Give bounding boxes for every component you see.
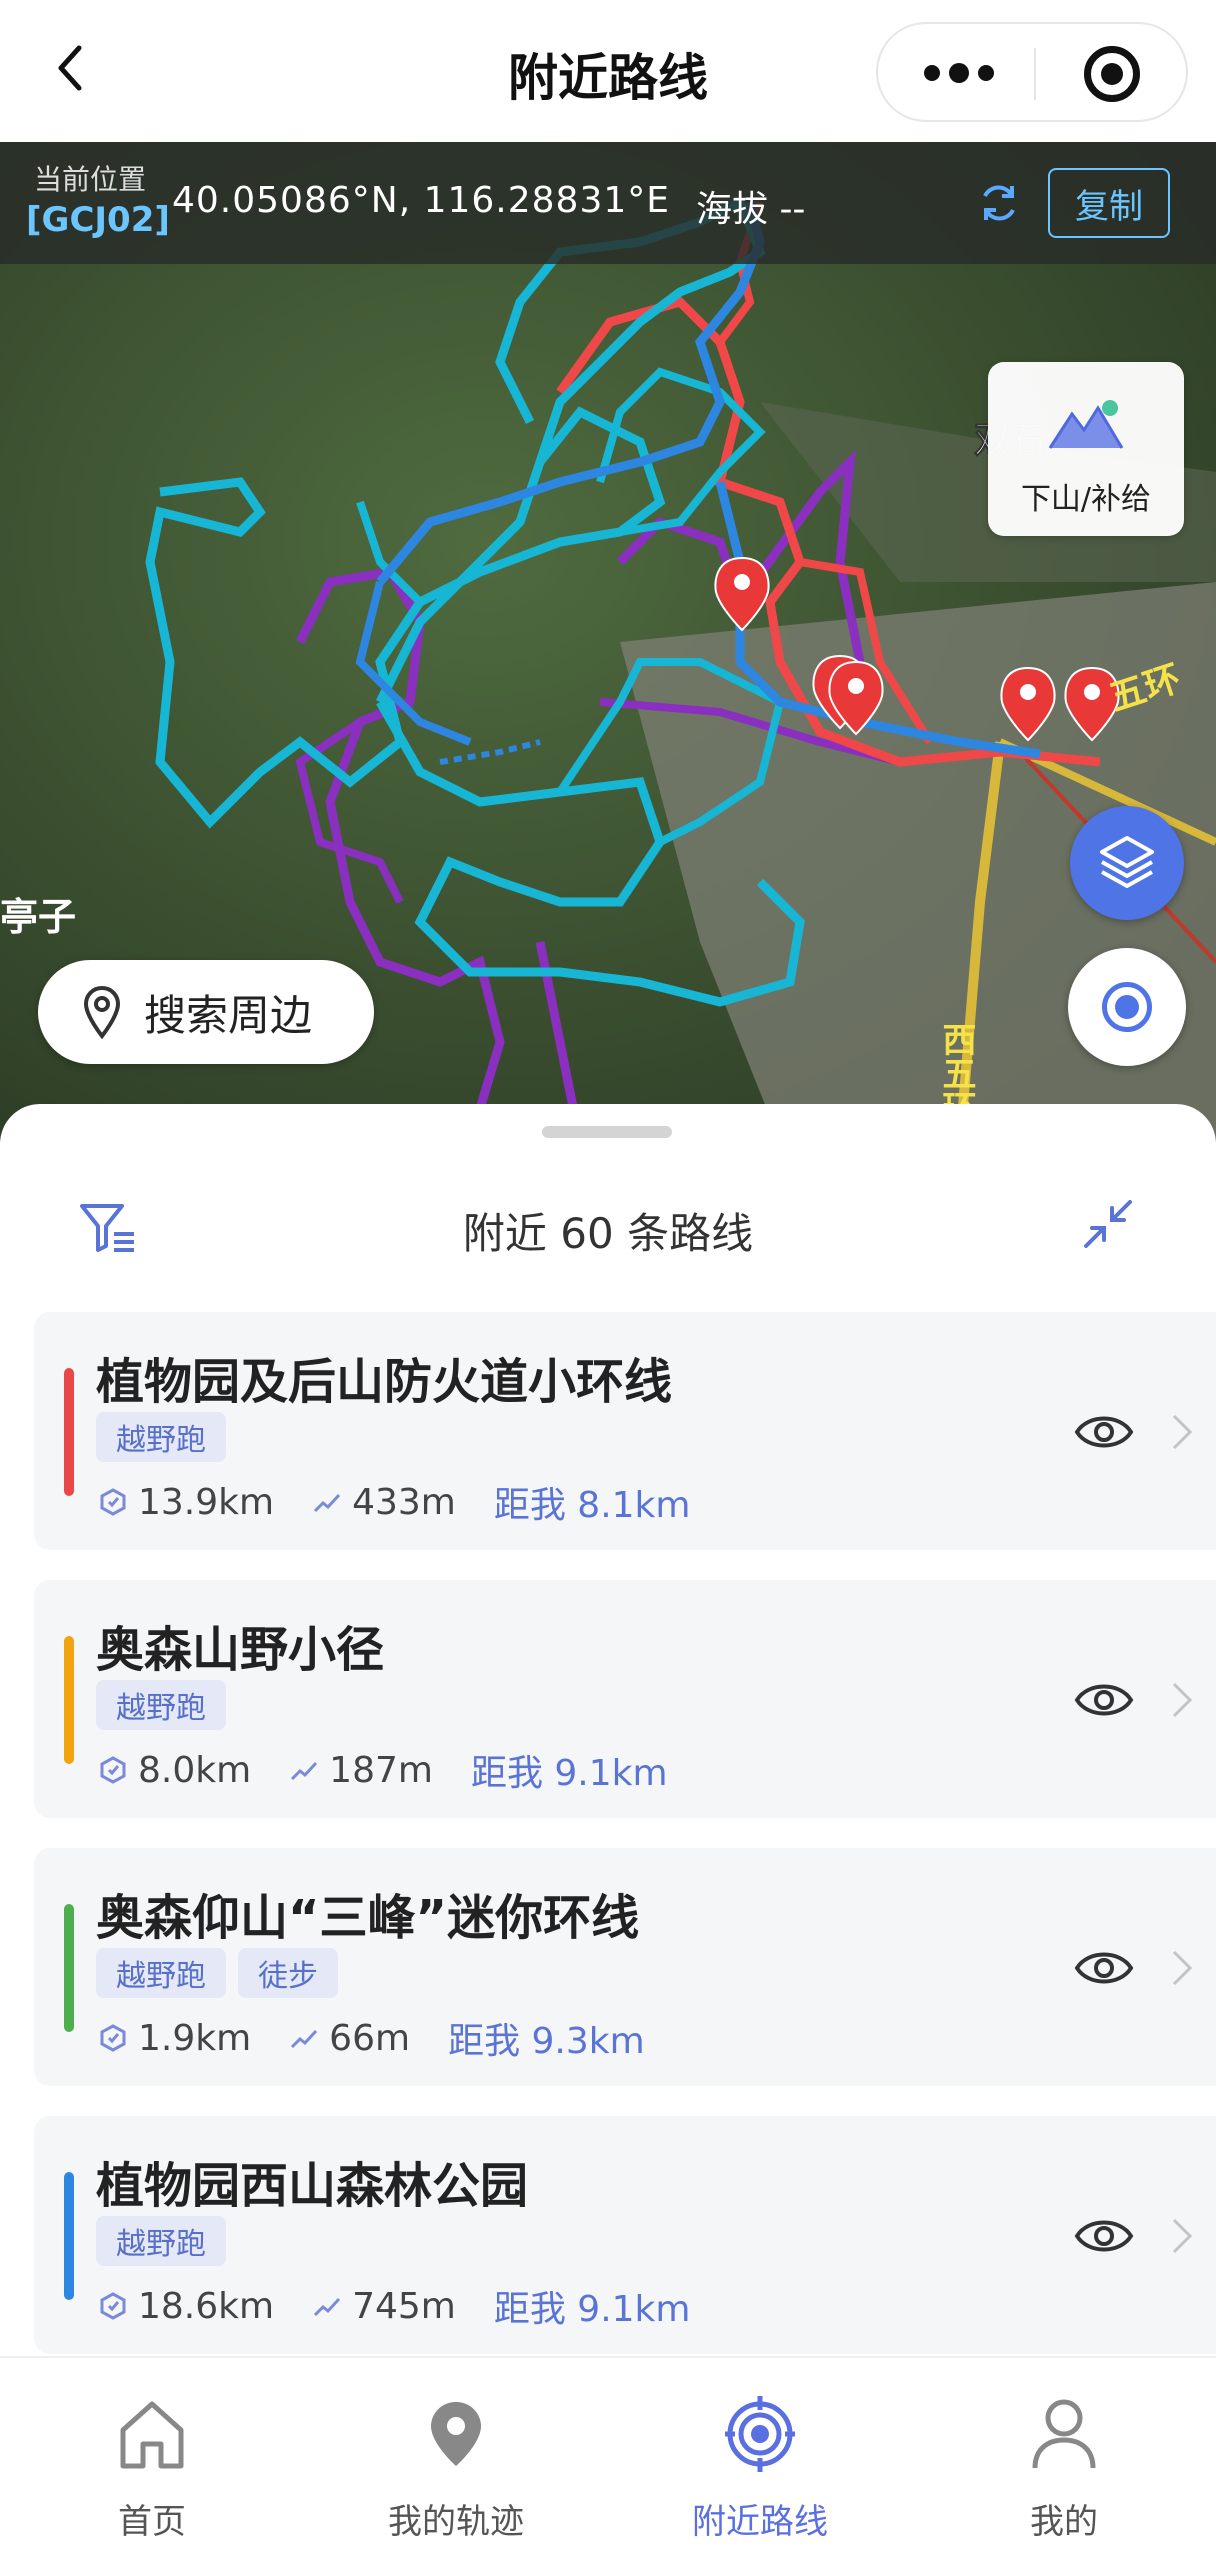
route-distance-from-me: 距我 8.1km [493, 1485, 691, 1526]
route-color-bar [64, 1904, 74, 2032]
route-color-bar [64, 1636, 74, 1764]
route-distance: 8.0km [138, 1749, 252, 1791]
eye-icon[interactable] [1074, 1946, 1134, 1990]
eye-icon[interactable] [1074, 1410, 1134, 1454]
route-tag: 越野跑 [96, 1412, 226, 1462]
route-elevation: 433m [352, 1481, 456, 1523]
target-icon [725, 2396, 795, 2472]
tab-profile[interactable]: 我的 [912, 2358, 1216, 2566]
supply-button[interactable]: 下山/补给 [988, 362, 1184, 536]
nearby-routes-count: 附近 60 条路线 [462, 1209, 754, 1258]
chevron-right-icon[interactable] [1170, 1948, 1194, 1988]
route-color-bar [64, 2172, 74, 2300]
tab-label: 首页 [118, 2502, 186, 2542]
route-card[interactable]: 植物园西山森林公园 越野跑 18.6km 745m 距我 9.1km [34, 2116, 1216, 2354]
route-distance-from-me: 距我 9.3km [448, 2021, 645, 2062]
map-layers-button[interactable] [1070, 806, 1184, 920]
elevation-icon [314, 2297, 341, 2317]
tab-label: 我的 [1030, 2502, 1098, 2542]
bottom-tab-bar: 首页 我的轨迹 附近路线 我的 [0, 2356, 1216, 2566]
altitude-text: 海拔 -- [696, 189, 806, 230]
route-card[interactable]: 植物园及后山防火道小环线 越野跑 13.9km 433m 距我 8.1km [34, 1312, 1216, 1550]
route-name: 奥森山野小径 [96, 1622, 385, 1678]
nav-header: 附近路线 [0, 0, 1216, 142]
location-pin-icon [83, 985, 121, 1040]
route-name: 植物园西山森林公园 [96, 2158, 529, 2214]
route-distance: 18.6km [138, 2285, 275, 2327]
route-elevation: 187m [329, 1749, 433, 1791]
tab-my-tracks[interactable]: 我的轨迹 [304, 2358, 608, 2566]
route-color-bar [64, 1368, 74, 1496]
search-nearby-label: 搜索周边 [144, 990, 313, 1040]
mountain-icon [1048, 400, 1124, 449]
refresh-icon [983, 185, 1015, 221]
tab-home[interactable]: 首页 [0, 2358, 304, 2566]
map-place-label: 亭子 [0, 895, 76, 939]
distance-icon [100, 1488, 126, 1516]
layers-icon [1100, 836, 1154, 888]
route-tag: 越野跑 [96, 1680, 226, 1730]
more-menu-button[interactable] [924, 58, 994, 88]
sheet-drag-handle[interactable] [542, 1126, 672, 1138]
close-miniprogram-button[interactable] [1084, 46, 1140, 102]
chevron-right-icon[interactable] [1170, 1412, 1194, 1452]
refresh-location-button[interactable] [976, 180, 1022, 226]
eye-icon[interactable] [1074, 1678, 1134, 1722]
location-bar: 当前位置 [GCJ02] 40.05086°N, 116.28831°E 海拔 … [0, 142, 1216, 264]
coord-system-label: [GCJ02] [26, 200, 170, 240]
copy-coordinates-button[interactable]: 复制 [1048, 168, 1170, 238]
coordinates-text: 40.05086°N, 116.28831°E [172, 180, 671, 221]
route-distance-from-me: 距我 9.1km [493, 2289, 691, 2330]
route-card[interactable]: 奥森仰山“三峰”迷你环线 越野跑 徒步 1.9km 66m 距我 9.3km [34, 1848, 1216, 2086]
route-distance: 1.9km [138, 2017, 252, 2059]
distance-icon [100, 2292, 126, 2320]
distance-icon [100, 2024, 126, 2052]
location-pin-icon [431, 2402, 481, 2466]
route-tag: 徒步 [238, 1948, 338, 1998]
chevron-right-icon[interactable] [1170, 2216, 1194, 2256]
distance-icon [100, 1756, 126, 1784]
collapse-icon[interactable] [1080, 1196, 1136, 1252]
locate-icon [1102, 982, 1152, 1032]
route-tag: 越野跑 [96, 2216, 226, 2266]
home-icon [120, 2401, 184, 2469]
route-name: 奥森仰山“三峰”迷你环线 [96, 1890, 640, 1946]
chevron-right-icon[interactable] [1170, 1680, 1194, 1720]
route-elevation: 745m [352, 2285, 456, 2327]
route-distance-from-me: 距我 9.1km [470, 1753, 668, 1794]
route-elevation: 66m [329, 2017, 411, 2059]
search-nearby-button[interactable]: 搜索周边 [38, 960, 374, 1064]
route-card[interactable]: 奥森山野小径 越野跑 8.0km 187m 距我 9.1km [34, 1580, 1216, 1818]
supply-button-label: 下山/补给 [1020, 482, 1152, 517]
route-distance: 13.9km [138, 1481, 275, 1523]
locate-me-button[interactable] [1068, 948, 1186, 1066]
tab-label: 我的轨迹 [388, 2502, 524, 2542]
route-list-sheet: 附近 60 条路线 植物园及后山防火道小环线 越野跑 13.9km 433m 距… [0, 1104, 1216, 2358]
user-icon [1032, 2399, 1096, 2469]
miniprogram-capsule [876, 22, 1188, 122]
tab-label: 附近路线 [692, 2502, 828, 2542]
elevation-icon [291, 2029, 318, 2049]
elevation-icon [314, 1493, 341, 1513]
current-location-label: 当前位置 [34, 163, 147, 196]
route-tag: 越野跑 [96, 1948, 226, 1998]
eye-icon[interactable] [1074, 2214, 1134, 2258]
route-name: 植物园及后山防火道小环线 [96, 1354, 673, 1410]
elevation-icon [291, 1761, 318, 1781]
tab-nearby-routes[interactable]: 附近路线 [608, 2358, 912, 2566]
